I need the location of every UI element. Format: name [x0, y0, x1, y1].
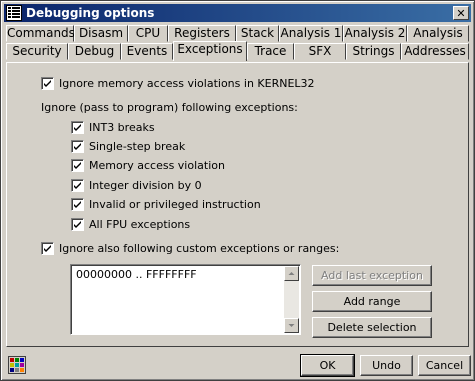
- fpu-exceptions-checkbox[interactable]: [71, 218, 84, 231]
- invalid-instruction-checkbox[interactable]: [71, 198, 84, 211]
- checkmark-icon: [44, 245, 51, 252]
- checkmark-icon: [44, 80, 51, 87]
- tab-trace[interactable]: Trace: [247, 43, 294, 60]
- close-icon: ✕: [456, 7, 466, 20]
- tab-commands[interactable]: Commands: [6, 25, 75, 42]
- tab-debug[interactable]: Debug: [68, 43, 121, 60]
- tab-addresses[interactable]: Addresses: [401, 43, 469, 60]
- tab-security[interactable]: Security: [6, 43, 68, 60]
- add-last-exception-button[interactable]: Add last exception: [312, 265, 432, 286]
- ignore-kernel32-label[interactable]: Ignore memory access violations in KERNE…: [59, 77, 315, 90]
- close-button[interactable]: ✕: [453, 6, 469, 20]
- checkmark-icon: [74, 143, 81, 150]
- window-title: Debugging options: [26, 6, 155, 20]
- custom-exceptions-list[interactable]: 00000000 .. FFFFFFFF: [70, 264, 301, 335]
- checkmark-icon: [74, 201, 81, 208]
- tab-analysis-2[interactable]: Analysis 2: [343, 25, 407, 42]
- add-range-button[interactable]: Add range: [312, 291, 432, 312]
- tab-exceptions[interactable]: Exceptions: [173, 41, 247, 61]
- integer-division-checkbox[interactable]: [71, 179, 84, 192]
- tab-cpu[interactable]: CPU: [128, 25, 168, 42]
- tab-registers[interactable]: Registers: [168, 25, 236, 42]
- arrow-down-icon: [288, 324, 295, 327]
- single-step-break-label[interactable]: Single-step break: [89, 140, 185, 153]
- invalid-instruction-label[interactable]: Invalid or privileged instruction: [89, 198, 261, 211]
- checkmark-icon: [74, 221, 81, 228]
- ok-button[interactable]: OK: [300, 354, 355, 377]
- ignore-custom-label[interactable]: Ignore also following custom exceptions …: [59, 242, 339, 255]
- int3-breaks-label[interactable]: INT3 breaks: [89, 121, 155, 134]
- delete-selection-button[interactable]: Delete selection: [312, 317, 432, 338]
- scroll-up-button[interactable]: [284, 266, 299, 281]
- app-icon[interactable]: [6, 5, 22, 21]
- tab-disasm[interactable]: Disasm: [74, 25, 128, 42]
- debugging-options-window: Debugging options ✕ Commands Disasm CPU …: [0, 0, 475, 381]
- title-bar[interactable]: Debugging options ✕: [4, 4, 471, 22]
- integer-division-label[interactable]: Integer division by 0: [89, 179, 202, 192]
- cancel-button[interactable]: Cancel: [418, 355, 471, 376]
- checkmark-icon: [74, 182, 81, 189]
- int3-breaks-checkbox[interactable]: [71, 121, 84, 134]
- single-step-break-checkbox[interactable]: [71, 140, 84, 153]
- ignore-group-label: Ignore (pass to program) following excep…: [41, 101, 298, 114]
- vertical-scrollbar[interactable]: [284, 266, 299, 333]
- tab-events[interactable]: Events: [121, 43, 173, 60]
- checkmark-icon: [74, 124, 81, 131]
- tab-analysis-1[interactable]: Analysis 1: [279, 25, 343, 42]
- memory-access-violation-label[interactable]: Memory access violation: [89, 159, 225, 172]
- tab-sfx[interactable]: SFX: [294, 43, 346, 60]
- checkmark-icon: [74, 162, 81, 169]
- ignore-custom-checkbox[interactable]: [41, 242, 54, 255]
- memory-access-violation-checkbox[interactable]: [71, 159, 84, 172]
- list-item[interactable]: 00000000 .. FFFFFFFF: [76, 268, 197, 281]
- tab-stack[interactable]: Stack: [236, 25, 279, 42]
- fpu-exceptions-label[interactable]: All FPU exceptions: [89, 218, 190, 231]
- ignore-kernel32-checkbox[interactable]: [41, 77, 54, 90]
- palette-icon[interactable]: [8, 356, 26, 374]
- scroll-down-button[interactable]: [284, 318, 299, 333]
- tab-analysis-3[interactable]: Analysis 3: [407, 25, 469, 55]
- undo-button[interactable]: Undo: [360, 355, 413, 376]
- arrow-up-icon: [288, 272, 295, 275]
- tab-strings[interactable]: Strings: [346, 43, 401, 60]
